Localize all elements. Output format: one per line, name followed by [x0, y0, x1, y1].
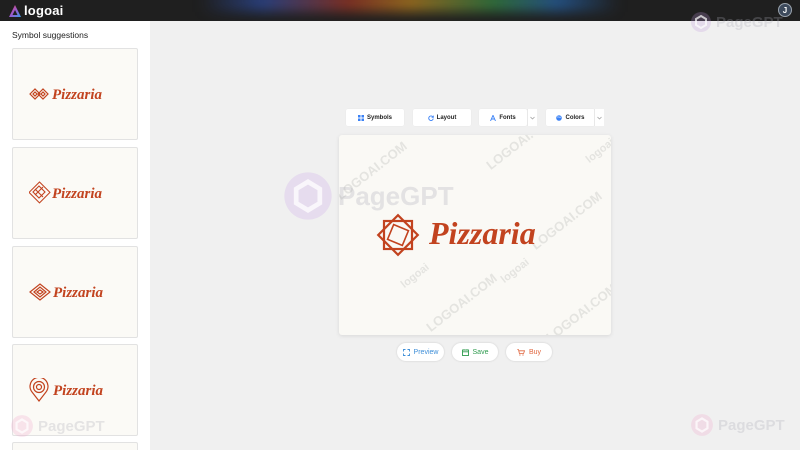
symbol-suggestions-panel: Symbol suggestions Pizzaria Pizzaria Piz… [0, 21, 150, 450]
brand-logo[interactable]: logoai [8, 3, 63, 18]
top-bar-gradient [200, 0, 620, 12]
colors-button[interactable]: Colors [546, 109, 595, 126]
buy-label: Buy [528, 348, 542, 356]
buy-button[interactable]: Buy [506, 343, 552, 361]
colors-label: Colors [565, 114, 585, 121]
pagegpt-logo-icon [11, 415, 33, 437]
layout-label: Layout [436, 114, 457, 121]
pagegpt-logo-icon [691, 414, 713, 436]
suggestion-text: Pizzaria [53, 383, 104, 399]
pagegpt-watermark: PageGPT [690, 413, 785, 437]
symbols-button[interactable]: Symbols [346, 109, 404, 126]
suggestion-logo: Pizzaria [29, 87, 103, 103]
logoai-mark-icon [9, 4, 21, 17]
calendar-icon [461, 348, 469, 356]
top-bar: logoai J [0, 0, 800, 21]
watermark-text: LOGOAI.COM [543, 280, 611, 335]
suggestion-text: Pizzaria [52, 87, 103, 103]
save-button[interactable]: Save [452, 343, 498, 361]
pagegpt-watermark: PageGPT [690, 11, 783, 33]
watermark-brand: logoai [398, 261, 432, 291]
colors-dropdown-toggle[interactable] [594, 109, 604, 126]
preview-button[interactable]: Preview [397, 343, 444, 361]
suggestion-card[interactable]: Pizzaria [12, 147, 138, 239]
pagegpt-watermark: PageGPT [282, 170, 454, 222]
layout-button[interactable]: Layout [413, 109, 471, 126]
suggestion-card-partial[interactable] [12, 442, 138, 450]
pagegpt-logo-icon [691, 12, 711, 32]
font-icon [490, 114, 497, 121]
watermark-text: LOGOAI.COM [483, 135, 560, 173]
fonts-dropdown-toggle[interactable] [527, 109, 537, 126]
fonts-label: Fonts [499, 114, 516, 121]
refresh-icon [427, 114, 434, 121]
suggestion-card[interactable]: Pizzaria [12, 246, 138, 338]
watermark-text: LOGOAI.COM [423, 270, 500, 335]
suggestion-text: Pizzaria [53, 285, 104, 301]
brand-name: logoai [24, 3, 64, 18]
pagegpt-watermark: PageGPT [10, 414, 105, 438]
nested-diamond-icon [29, 283, 51, 301]
sidebar-title: Symbol suggestions [12, 30, 89, 40]
palette-icon [556, 114, 563, 121]
grid-icon [357, 114, 364, 121]
pagegpt-watermark-text: PageGPT [718, 416, 785, 434]
pagegpt-logo-icon [284, 172, 332, 220]
save-label: Save [472, 348, 489, 356]
chevron-down-icon [597, 116, 602, 119]
map-pin-rings-icon [29, 378, 49, 402]
expand-icon [402, 348, 410, 356]
pagegpt-watermark-text: PageGPT [716, 13, 783, 31]
suggestion-card[interactable]: Pizzaria [12, 48, 138, 140]
suggestion-text: Pizzaria [52, 186, 103, 202]
suggestion-logo: Pizzaria [29, 378, 104, 402]
fonts-button[interactable]: Fonts [479, 109, 527, 126]
symbols-label: Symbols [366, 114, 392, 121]
logo-preview-canvas[interactable]: LOGOAI.COM LOGOAI.COM LOGOAI.COM LOGOAI.… [339, 135, 611, 335]
pagegpt-watermark-text: PageGPT [38, 417, 105, 435]
watermark-brand: logoai [583, 136, 611, 166]
suggestion-logo: Pizzaria [29, 283, 104, 301]
preview-label: Preview [413, 348, 439, 356]
diamond-knot-icon [29, 88, 49, 100]
chevron-down-icon [530, 116, 535, 119]
pagegpt-watermark-text: PageGPT [338, 180, 454, 211]
cart-icon [517, 348, 525, 356]
suggestion-logo: Pizzaria [29, 181, 103, 204]
diamond-lattice-icon [29, 181, 51, 204]
